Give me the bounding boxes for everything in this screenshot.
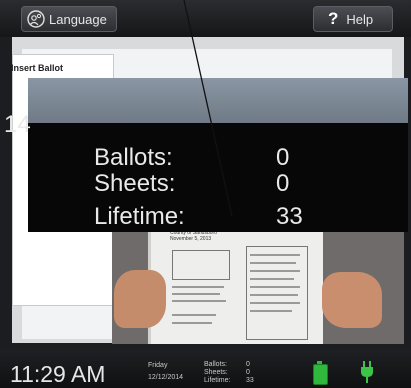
ballot-text-line bbox=[250, 262, 296, 264]
status-ballots-label: Ballots: bbox=[204, 361, 227, 368]
zoom-side-fragment: 14 bbox=[4, 111, 31, 138]
status-lifetime-label: Lifetime: bbox=[204, 377, 231, 384]
status-lifetime-value: 33 bbox=[246, 377, 254, 384]
ballot-text-line bbox=[172, 322, 212, 324]
right-hand-image bbox=[322, 272, 382, 328]
ballot-text-line bbox=[250, 254, 300, 256]
language-label: Language bbox=[49, 11, 107, 27]
ballot-text-line bbox=[250, 294, 298, 296]
globe-people-icon bbox=[26, 9, 46, 29]
status-date: 12/12/2014 bbox=[148, 374, 184, 381]
question-mark-icon: ? bbox=[328, 9, 339, 28]
status-sheets-value: 0 bbox=[246, 369, 250, 376]
zoom-sheets-value: 0 bbox=[276, 170, 290, 197]
ballot-text-line bbox=[250, 302, 300, 304]
ballot-instruction-box bbox=[172, 250, 230, 280]
clock-time: 11:29 AM bbox=[10, 361, 106, 387]
ballot-text-line bbox=[172, 286, 224, 288]
zoom-sheets-label: Sheets: bbox=[94, 170, 176, 197]
ballot-text-line bbox=[172, 314, 216, 316]
zoom-lifetime-value: 33 bbox=[276, 203, 303, 230]
zoom-ballots-value: 0 bbox=[276, 144, 290, 171]
ballot-text-line bbox=[250, 270, 300, 272]
zoom-blurred-strip bbox=[28, 78, 408, 123]
voting-machine-screen: Language ? Help Insert Ballot County of … bbox=[0, 0, 411, 388]
battery-icon bbox=[313, 364, 328, 385]
left-hand-image bbox=[114, 270, 166, 328]
language-button[interactable]: Language bbox=[21, 6, 117, 32]
status-sheets-label: Sheets: bbox=[204, 369, 228, 376]
help-label: Help bbox=[346, 11, 374, 27]
zoom-counter-area bbox=[28, 123, 408, 232]
zoom-lifetime-label: Lifetime: bbox=[94, 203, 185, 230]
ballot-question-column bbox=[246, 246, 308, 340]
ballot-text-line bbox=[250, 310, 292, 312]
ballot-text-line bbox=[172, 300, 226, 302]
power-plug-icon bbox=[360, 360, 374, 388]
status-day: Friday bbox=[148, 362, 168, 369]
ballot-header-line: November 5, 2013 bbox=[170, 236, 212, 242]
zoom-inset bbox=[28, 78, 408, 232]
help-button[interactable]: ? Help bbox=[313, 6, 393, 32]
ballot-text-line bbox=[172, 293, 220, 295]
zoom-ballots-label: Ballots: bbox=[94, 144, 173, 171]
insert-ballot-label: Insert Ballot bbox=[11, 63, 64, 73]
status-ballots-value: 0 bbox=[246, 361, 250, 368]
ballot-text-line bbox=[250, 286, 300, 288]
ballot-text-line bbox=[250, 278, 294, 280]
